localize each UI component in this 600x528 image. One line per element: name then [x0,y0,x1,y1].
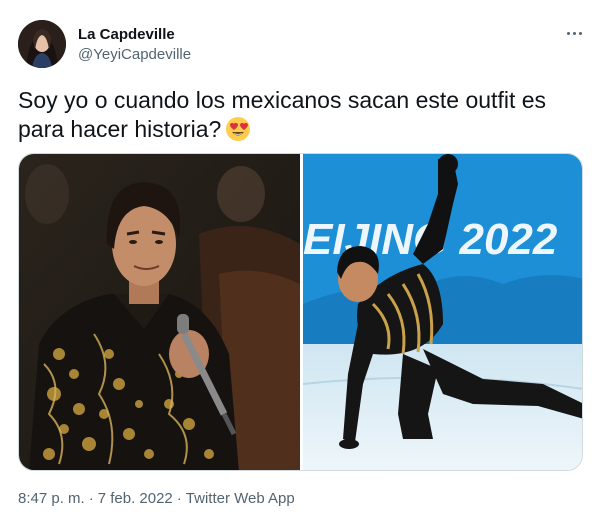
tweet-date-link[interactable]: 7 feb. 2022 [98,490,173,507]
tweet-metadata: 8:47 p. m. · 7 feb. 2022 · Twitter Web App [18,490,295,507]
avatar[interactable] [18,20,66,68]
separator: · [176,490,182,507]
author-handle[interactable]: @YeyiCapdeville [78,46,191,63]
tweet-source-link[interactable]: Twitter Web App [186,490,295,507]
more-options-icon[interactable] [560,22,588,44]
heart-eyes-emoji-icon [225,116,251,142]
photo-skater[interactable]: EIJING 2022 [303,154,582,470]
tweet-time-link[interactable]: 8:47 p. m. [18,490,85,507]
tweet-media: EIJING 2022 [18,153,583,471]
separator: · [88,490,94,507]
author-name[interactable]: La Capdeville [78,26,175,43]
photo-singer[interactable] [19,154,300,470]
tweet-text: Soy yo o cuando los mexicanos sacan este… [18,86,583,144]
tweet-card: La Capdeville @YeyiCapdeville Soy yo o c… [0,0,600,528]
tweet-text-body: Soy yo o cuando los mexicanos sacan este… [18,87,547,142]
